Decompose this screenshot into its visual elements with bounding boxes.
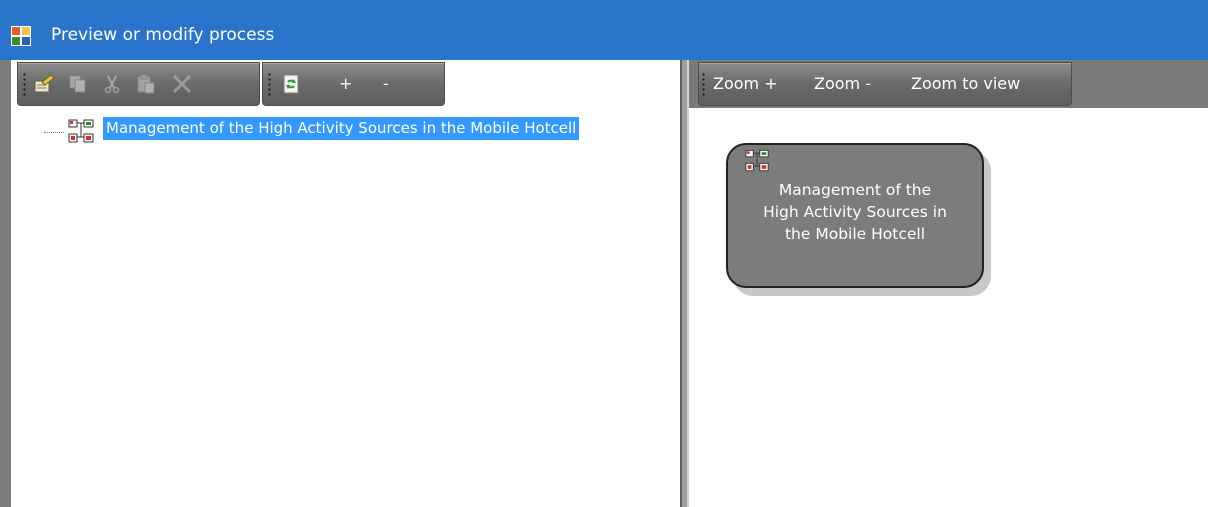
window-title: Preview or modify process: [51, 25, 275, 45]
node-label-line: Management of the: [778, 181, 932, 199]
zoom-out-button[interactable]: Zoom -: [814, 74, 871, 93]
copy-icon: [69, 75, 86, 93]
refresh-icon: [283, 74, 299, 94]
zoom-toolbar: Zoom + Zoom - Zoom to view: [698, 62, 1072, 106]
toolbar-grip[interactable]: [702, 72, 705, 98]
cut-icon: [104, 75, 120, 94]
diagram-pane: Zoom + Zoom - Zoom to view Management of…: [689, 60, 1208, 507]
collapse-all-button[interactable]: -: [383, 74, 389, 93]
title-bar[interactable]: Preview or modify process: [0, 0, 1208, 60]
diagram-toolbar-strip: Zoom + Zoom - Zoom to view: [689, 60, 1208, 108]
properties-edit-icon: [34, 74, 55, 93]
process-window: Preview or modify process + - Management…: [0, 0, 1208, 507]
node-label-line: High Activity Sources in: [763, 203, 947, 221]
delete-icon: [172, 74, 192, 94]
toolbar-grip[interactable]: [268, 72, 271, 98]
zoom-in-button[interactable]: Zoom +: [713, 74, 778, 93]
edit-toolbar: [17, 62, 260, 106]
tree-toolbar-strip: + -: [11, 60, 680, 108]
process-node[interactable]: Management of the High Activity Sources …: [726, 143, 984, 288]
tree-connector-line: [44, 132, 64, 133]
process-flow-icon: [68, 119, 94, 143]
copy-button[interactable]: [66, 72, 90, 96]
paste-button[interactable]: [134, 72, 158, 96]
pane-splitter[interactable]: [680, 60, 689, 507]
cut-button[interactable]: [100, 72, 124, 96]
expand-all-button[interactable]: +: [339, 74, 352, 93]
paste-icon: [137, 74, 155, 94]
zoom-to-view-button[interactable]: Zoom to view: [911, 74, 1020, 93]
properties-edit-button[interactable]: [32, 72, 56, 96]
node-label-line: the Mobile Hotcell: [784, 225, 926, 243]
process-node-label: Management of the High Activity Sources …: [728, 179, 982, 245]
process-tree-pane: + - Management of the High Activity Sour…: [0, 60, 680, 507]
refresh-button[interactable]: [279, 72, 303, 96]
delete-button[interactable]: [170, 72, 194, 96]
process-window-icon: [11, 26, 31, 46]
process-flow-icon: [745, 149, 769, 172]
tree-item-process[interactable]: Management of the High Activity Sources …: [103, 117, 580, 140]
toolbar-grip[interactable]: [23, 72, 26, 98]
tree-view-toolbar: + -: [262, 62, 445, 106]
